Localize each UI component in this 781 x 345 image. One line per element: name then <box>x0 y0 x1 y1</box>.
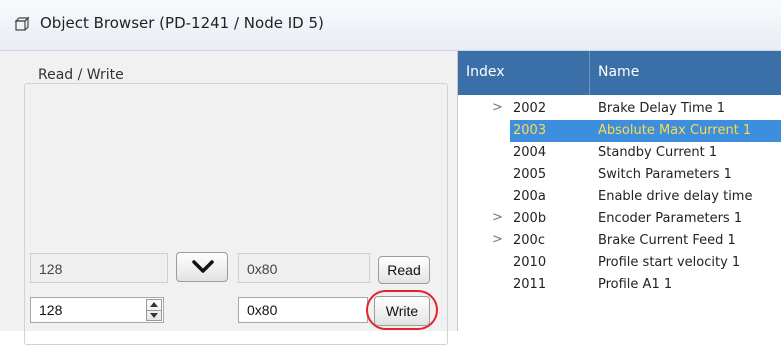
table-row[interactable]: 2005 Switch Parameters 1 <box>458 164 781 186</box>
table-header: Index Name <box>458 51 781 95</box>
table-row[interactable]: 200a Enable drive delay time <box>458 186 781 208</box>
row-index: 2004 <box>513 145 547 160</box>
chevron-down-icon <box>192 260 214 273</box>
column-header-name[interactable]: Name <box>598 64 639 80</box>
spin-down-icon[interactable] <box>150 313 158 318</box>
table-row[interactable]: 2010 Profile start velocity 1 <box>458 252 781 274</box>
table-row[interactable]: 2011 Profile A1 1 <box>458 274 781 296</box>
row-name: Profile start velocity 1 <box>598 255 741 270</box>
row-index: 2002 <box>513 101 547 116</box>
chevron-right-icon[interactable]: > <box>492 210 503 225</box>
write-value-spinner[interactable] <box>146 299 162 321</box>
row-name: Standby Current 1 <box>598 145 718 160</box>
chevron-right-icon[interactable]: > <box>492 232 503 247</box>
write-value-hex-input[interactable]: 0x80 <box>238 297 368 323</box>
row-name: Brake Current Feed 1 <box>598 233 736 248</box>
read-button[interactable]: Read <box>378 256 430 284</box>
table-row[interactable]: > 2002 Brake Delay Time 1 <box>458 98 781 120</box>
row-index: 200b <box>513 211 547 226</box>
write-value-dec-input[interactable]: 128 <box>30 297 164 323</box>
table-row-selected[interactable]: 2003 Absolute Max Current 1 <box>458 120 781 142</box>
read-value-dec-field: 128 <box>30 253 168 283</box>
row-index: 200a <box>513 189 546 204</box>
transfer-button[interactable] <box>176 252 228 282</box>
table-row[interactable]: > 200b Encoder Parameters 1 <box>458 208 781 230</box>
spin-divider <box>147 310 161 311</box>
table-row[interactable]: > 200c Brake Current Feed 1 <box>458 230 781 252</box>
read-value-hex-field: 0x80 <box>238 253 370 283</box>
row-name: Absolute Max Current 1 <box>598 123 752 138</box>
row-index: 200c <box>513 233 545 248</box>
column-divider <box>589 51 590 95</box>
row-name: Enable drive delay time <box>598 189 753 204</box>
object-browser-icon <box>14 16 30 36</box>
row-name: Brake Delay Time 1 <box>598 101 726 116</box>
window-titlebar: Object Browser (PD-1241 / Node ID 5) <box>0 0 781 51</box>
row-name: Profile A1 1 <box>598 277 673 292</box>
window-title: Object Browser (PD-1241 / Node ID 5) <box>40 14 324 32</box>
row-index: 2011 <box>513 277 547 292</box>
row-index: 2010 <box>513 255 547 270</box>
row-name: Switch Parameters 1 <box>598 167 732 182</box>
table-row[interactable]: 2004 Standby Current 1 <box>458 142 781 164</box>
object-table: Index Name > 2002 Brake Delay Time 1 200… <box>458 51 781 331</box>
group-title: Read / Write <box>34 67 128 83</box>
row-index: 2003 <box>513 123 547 138</box>
chevron-right-icon[interactable]: > <box>492 100 503 115</box>
column-header-index[interactable]: Index <box>466 64 505 80</box>
row-index: 2005 <box>513 167 547 182</box>
row-name: Encoder Parameters 1 <box>598 211 743 226</box>
write-button[interactable]: Write <box>374 296 430 326</box>
spin-up-icon[interactable] <box>150 302 158 307</box>
